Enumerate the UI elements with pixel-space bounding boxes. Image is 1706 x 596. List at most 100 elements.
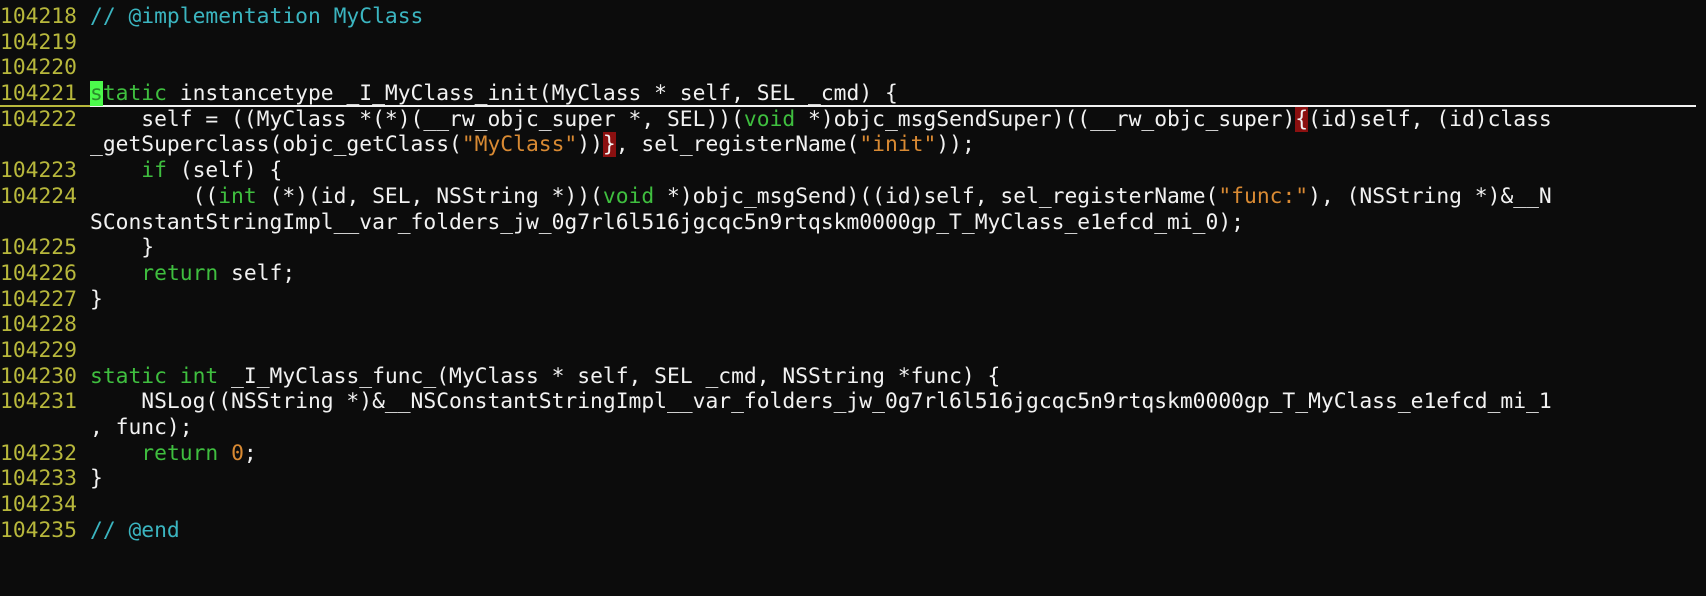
token: int	[218, 183, 257, 209]
line-number	[0, 132, 90, 158]
code-line[interactable]: 104233}	[0, 466, 1706, 492]
line-number: 104230	[0, 363, 77, 389]
code-line[interactable]: 104226 return self;	[0, 261, 1706, 287]
line-number: 104226	[0, 260, 77, 286]
code-line[interactable]: 104228	[0, 312, 1706, 338]
line-text[interactable]: ((int (*)(id, SEL, NSString *))(void *)o…	[90, 184, 1552, 210]
token: // @implementation MyClass	[90, 4, 424, 29]
token: void	[602, 183, 655, 209]
token: }	[90, 286, 103, 312]
code-line[interactable]: 104225 }	[0, 235, 1706, 261]
code-line[interactable]: 104220	[0, 55, 1706, 81]
token: 0	[231, 440, 244, 466]
code-line[interactable]: 104229	[0, 338, 1706, 364]
token: , sel_registerName(	[615, 132, 860, 158]
token: int	[179, 363, 219, 389]
token: }	[90, 235, 155, 261]
line-text[interactable]: }	[90, 235, 154, 261]
matching-bracket: {	[1295, 106, 1309, 132]
token: self;	[218, 260, 296, 286]
token: (id)self, (id)class	[1308, 106, 1552, 132]
line-text[interactable]: return 0;	[90, 440, 257, 467]
token: return	[141, 260, 219, 286]
token: // @end	[90, 517, 180, 543]
line-text[interactable]: NSLog((NSString *)&__NSConstantStringImp…	[90, 389, 1552, 415]
line-number: 104224	[0, 183, 77, 209]
code-line[interactable]: 104231 NSLog((NSString *)&__NSConstantSt…	[0, 389, 1706, 415]
line-text[interactable]: static int _I_MyClass_func_(MyClass * se…	[90, 364, 1000, 390]
token: }	[90, 466, 103, 492]
line-number: 104228	[0, 312, 77, 338]
line-number: 104234	[0, 492, 77, 518]
token: SConstantStringImpl__var_folders_jw_0g7r…	[90, 209, 1244, 235]
token: (self) {	[166, 158, 283, 184]
token: , func);	[90, 415, 193, 440]
token: ;	[243, 440, 257, 466]
line-number: 104235	[0, 517, 77, 543]
line-number: 104232	[0, 440, 77, 466]
token: NSLog((NSString *)&__NSConstantStringImp…	[90, 389, 1552, 415]
code-line[interactable]: 104219	[0, 30, 1706, 56]
token: "MyClass"	[461, 132, 578, 158]
code-line[interactable]: 104223 if (self) {	[0, 158, 1706, 184]
line-text[interactable]: self = ((MyClass *(*)(__rw_objc_super *,…	[90, 106, 1552, 133]
code-line[interactable]: 104221 static instancetype _I_MyClass_ini…	[0, 81, 1706, 107]
code-line[interactable]: 104218 // @implementation MyClass	[0, 4, 1706, 30]
token: ), (NSString *)&__N	[1308, 183, 1552, 209]
code-line[interactable]: 104224 ((int (*)(id, SEL, NSString *))(v…	[0, 184, 1706, 210]
line-number: 104220	[0, 55, 77, 81]
token: return	[141, 440, 219, 466]
token: *)objc_msgSend)((id)self, sel_registerNa…	[654, 183, 1219, 209]
line-text[interactable]: // @implementation MyClass	[90, 4, 423, 30]
token: *)objc_msgSendSuper)((__rw_objc_super)	[795, 106, 1296, 132]
token: instancetype _I_MyClass_init(MyClass * s…	[166, 81, 898, 107]
line-number	[0, 210, 90, 236]
line-number: 104227	[0, 286, 77, 312]
text-cursor: s	[90, 81, 103, 107]
token: "init"	[859, 132, 937, 158]
line-number: 104223	[0, 158, 77, 184]
line-number: 104229	[0, 337, 77, 363]
line-text[interactable]: _getSuperclass(objc_getClass("MyClass"))…	[90, 132, 975, 158]
line-text[interactable]: return self;	[90, 261, 295, 287]
line-number: 104233	[0, 466, 77, 492]
token: self = ((MyClass *(*)(__rw_objc_super *,…	[90, 106, 744, 132]
line-text[interactable]: }	[90, 287, 103, 313]
line-number: 104225	[0, 235, 77, 261]
code-line[interactable]: 104232 return 0;	[0, 441, 1706, 467]
line-number: 104231	[0, 389, 77, 415]
line-text[interactable]: }	[90, 466, 103, 492]
code-line[interactable]: 104235 // @end	[0, 518, 1706, 544]
token: ));	[936, 132, 975, 158]
token: tatic	[102, 81, 167, 107]
line-text[interactable]: // @end	[90, 518, 180, 544]
token: void	[743, 106, 796, 132]
token: ((	[90, 183, 219, 209]
matching-bracket: }	[602, 132, 616, 158]
token: _getSuperclass(objc_getClass(	[90, 132, 462, 158]
line-text[interactable]: static instancetype _I_MyClass_init(MyCl…	[90, 81, 1696, 107]
code-line[interactable]: 104234	[0, 492, 1706, 518]
line-text[interactable]: if (self) {	[90, 158, 282, 184]
code-line[interactable]: 104227}	[0, 287, 1706, 313]
line-number	[0, 415, 90, 441]
code-line-wrap[interactable]: , func);	[0, 415, 1706, 441]
code-line-wrap[interactable]: SConstantStringImpl__var_folders_jw_0g7r…	[0, 210, 1706, 236]
code-line-wrap[interactable]: _getSuperclass(objc_getClass("MyClass"))…	[0, 132, 1706, 158]
token: if	[141, 158, 167, 184]
line-text[interactable]: , func);	[90, 415, 193, 441]
line-number: 104219	[0, 29, 77, 55]
line-number: 104222	[0, 106, 77, 132]
code-line[interactable]: 104230 static int _I_MyClass_func_(MyClas…	[0, 364, 1706, 390]
token: "func:"	[1218, 183, 1309, 209]
token: (*)(id, SEL, NSString *))(	[256, 183, 603, 209]
vim-editor[interactable]: 104218// @implementation MyClass 104219 10…	[0, 4, 1706, 543]
code-line[interactable]: 104222 self = ((MyClass *(*)(__rw_objc_s…	[0, 106, 1706, 133]
token: ))	[577, 132, 603, 158]
line-number: 104218	[0, 4, 77, 29]
line-text[interactable]: SConstantStringImpl__var_folders_jw_0g7r…	[90, 210, 1244, 236]
